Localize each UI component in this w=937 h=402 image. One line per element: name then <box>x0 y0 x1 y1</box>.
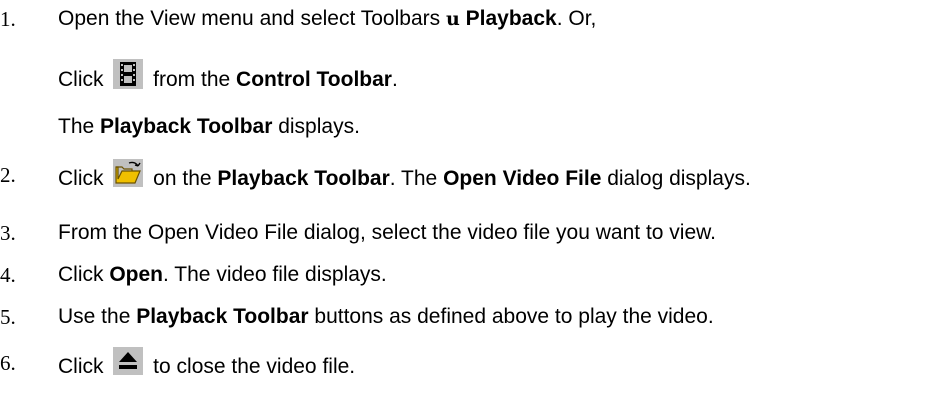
bold-term: Playback Toolbar <box>136 305 309 328</box>
text-segment: dialog displays. <box>601 167 751 191</box>
step-text: Open the View menu and select Toolbars u… <box>58 6 596 32</box>
text-segment: on the <box>147 167 218 191</box>
text-segment: buttons as defined above to play the vid… <box>308 305 714 328</box>
text-segment: From the Open Video File dialog, select … <box>58 221 716 244</box>
step-number: 2. <box>0 163 16 187</box>
open-folder-icon <box>113 159 144 194</box>
step-number: 6. <box>0 351 16 375</box>
step-text: Click from the Control Toolbar. <box>58 59 398 99</box>
text-segment: The <box>58 115 101 138</box>
step-number: 5. <box>0 305 16 329</box>
text-segment: to close the video file. <box>147 355 356 379</box>
text-segment: Click <box>58 263 110 286</box>
step-text: Click Open. The video file displays. <box>58 262 387 288</box>
menu-arrow-symbol: u <box>445 8 460 30</box>
text-segment: Click <box>58 167 110 191</box>
bold-term: Control Toolbar <box>236 68 392 92</box>
bold-term: Open Video File <box>443 167 602 191</box>
text-segment: Open the View menu and select Toolbars <box>58 7 446 30</box>
step-number: 1. <box>0 7 16 31</box>
eject-icon <box>113 347 144 382</box>
bold-term: Playback Toolbar <box>217 167 390 191</box>
text-segment: . <box>391 68 398 92</box>
step-text: From the Open Video File dialog, select … <box>58 220 716 246</box>
text-segment: . Or, <box>556 7 597 30</box>
bold-term: Playback Toolbar <box>100 115 273 138</box>
text-segment: Use the <box>58 305 137 328</box>
text-segment: from the <box>147 68 237 92</box>
step-text: Use the Playback Toolbar buttons as defi… <box>58 304 714 330</box>
bold-term: Playback <box>465 7 557 30</box>
text-segment: . The <box>389 167 444 191</box>
text-segment: displays. <box>272 115 360 138</box>
text-segment: Click <box>58 355 110 379</box>
text-segment: . The video file displays. <box>163 263 387 286</box>
step-text: Click on the Playback Toolbar. The Open … <box>58 159 751 197</box>
step-text: Click to close the video file. <box>58 347 356 385</box>
bold-term: Open <box>109 263 164 286</box>
text-segment: Click <box>58 68 110 92</box>
film-icon <box>113 59 144 96</box>
step-number: 4. <box>0 263 16 287</box>
step-number: 3. <box>0 221 16 245</box>
step-text: The Playback Toolbar displays. <box>58 114 360 140</box>
